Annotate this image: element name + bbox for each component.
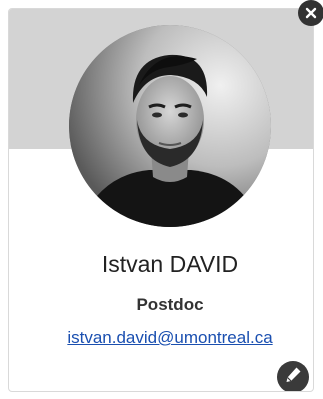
close-icon	[305, 7, 317, 19]
profile-email: istvan.david@umontreal.ca	[9, 328, 313, 348]
edit-button[interactable]	[277, 361, 309, 391]
email-link[interactable]: istvan.david@umontreal.ca	[67, 328, 272, 347]
close-button[interactable]	[298, 0, 323, 26]
avatar	[69, 25, 271, 227]
profile-card: Istvan DAVID Postdoc istvan.david@umontr…	[8, 8, 314, 392]
profile-role: Postdoc	[136, 295, 204, 314]
profile-name: Istvan DAVID	[101, 251, 239, 277]
pencil-icon	[284, 366, 302, 389]
